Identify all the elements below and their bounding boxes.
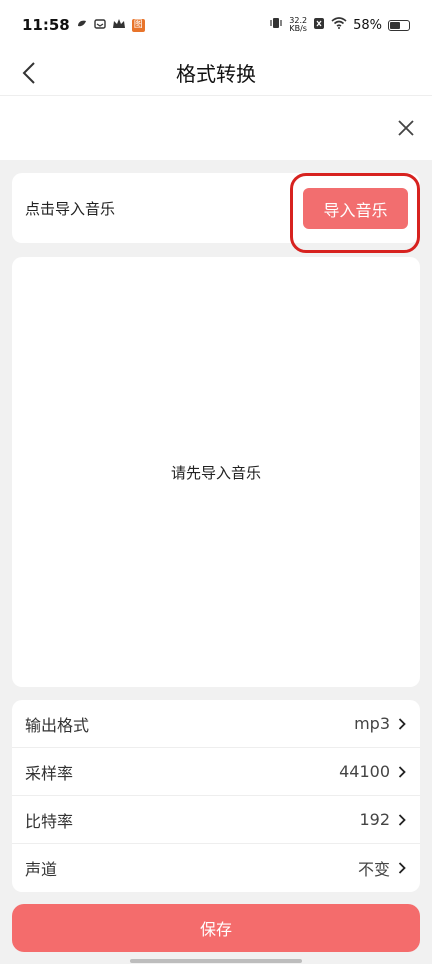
empty-state-card: 请先导入音乐 <box>12 257 420 687</box>
setting-right: mp3 <box>354 714 408 733</box>
setting-row-output-format[interactable]: 输出格式 mp3 <box>12 700 420 748</box>
import-hint: 点击导入音乐 <box>25 199 116 218</box>
back-button[interactable] <box>14 58 44 88</box>
setting-label: 采样率 <box>25 763 74 783</box>
setting-value: 192 <box>359 810 390 829</box>
setting-label: 输出格式 <box>25 715 90 735</box>
setting-value: 不变 <box>357 860 390 879</box>
status-time: 11:58 <box>22 16 70 34</box>
sim-off-icon <box>313 17 325 34</box>
vibrate-icon <box>269 16 283 34</box>
chevron-right-icon <box>396 765 408 779</box>
battery-percent: 58% <box>353 17 382 33</box>
nav-bar: 格式转换 <box>0 50 432 96</box>
status-left: 11:58 图 <box>22 16 145 34</box>
setting-row-channel[interactable]: 声道 不变 <box>12 844 420 892</box>
app-badge-icon: 图 <box>131 18 145 32</box>
net-speed-unit: KB/s <box>289 24 307 33</box>
setting-right: 192 <box>359 810 408 829</box>
close-banner-button[interactable] <box>392 114 420 142</box>
battery-icon <box>388 19 410 31</box>
app-notification-icon <box>76 18 88 33</box>
chevron-right-icon <box>396 717 408 731</box>
setting-value: 44100 <box>339 762 390 781</box>
status-right: 32.2 KB/s 58% <box>269 16 410 34</box>
setting-right: 不变 <box>358 856 408 880</box>
home-indicator[interactable] <box>130 959 302 963</box>
import-music-button[interactable]: 导入音乐 <box>303 188 408 229</box>
net-speed: 32.2 KB/s <box>289 17 307 33</box>
setting-label: 比特率 <box>25 811 74 831</box>
setting-row-sample-rate[interactable]: 采样率 44100 <box>12 748 420 796</box>
close-icon <box>398 120 414 136</box>
chevron-right-icon <box>396 861 408 875</box>
chevron-left-icon <box>22 62 35 84</box>
chevron-right-icon <box>396 813 408 827</box>
setting-label: 声道 <box>25 860 58 879</box>
banner-area <box>0 96 432 160</box>
empty-message: 请先导入音乐 <box>170 463 261 482</box>
page-title: 格式转换 <box>176 62 256 86</box>
save-button[interactable]: 保存 <box>12 904 420 952</box>
inbox-icon <box>94 18 106 33</box>
wifi-icon <box>331 17 347 33</box>
crown-icon <box>112 18 126 33</box>
setting-row-bit-rate[interactable]: 比特率 192 <box>12 796 420 844</box>
status-bar: 11:58 图 32.2 KB/s 58% <box>0 0 432 50</box>
setting-value: mp3 <box>354 714 390 733</box>
settings-card: 输出格式 mp3 采样率 44100 比特率 192 声道 不变 <box>12 700 420 892</box>
battery-fill <box>390 21 400 29</box>
setting-right: 44100 <box>339 762 408 781</box>
